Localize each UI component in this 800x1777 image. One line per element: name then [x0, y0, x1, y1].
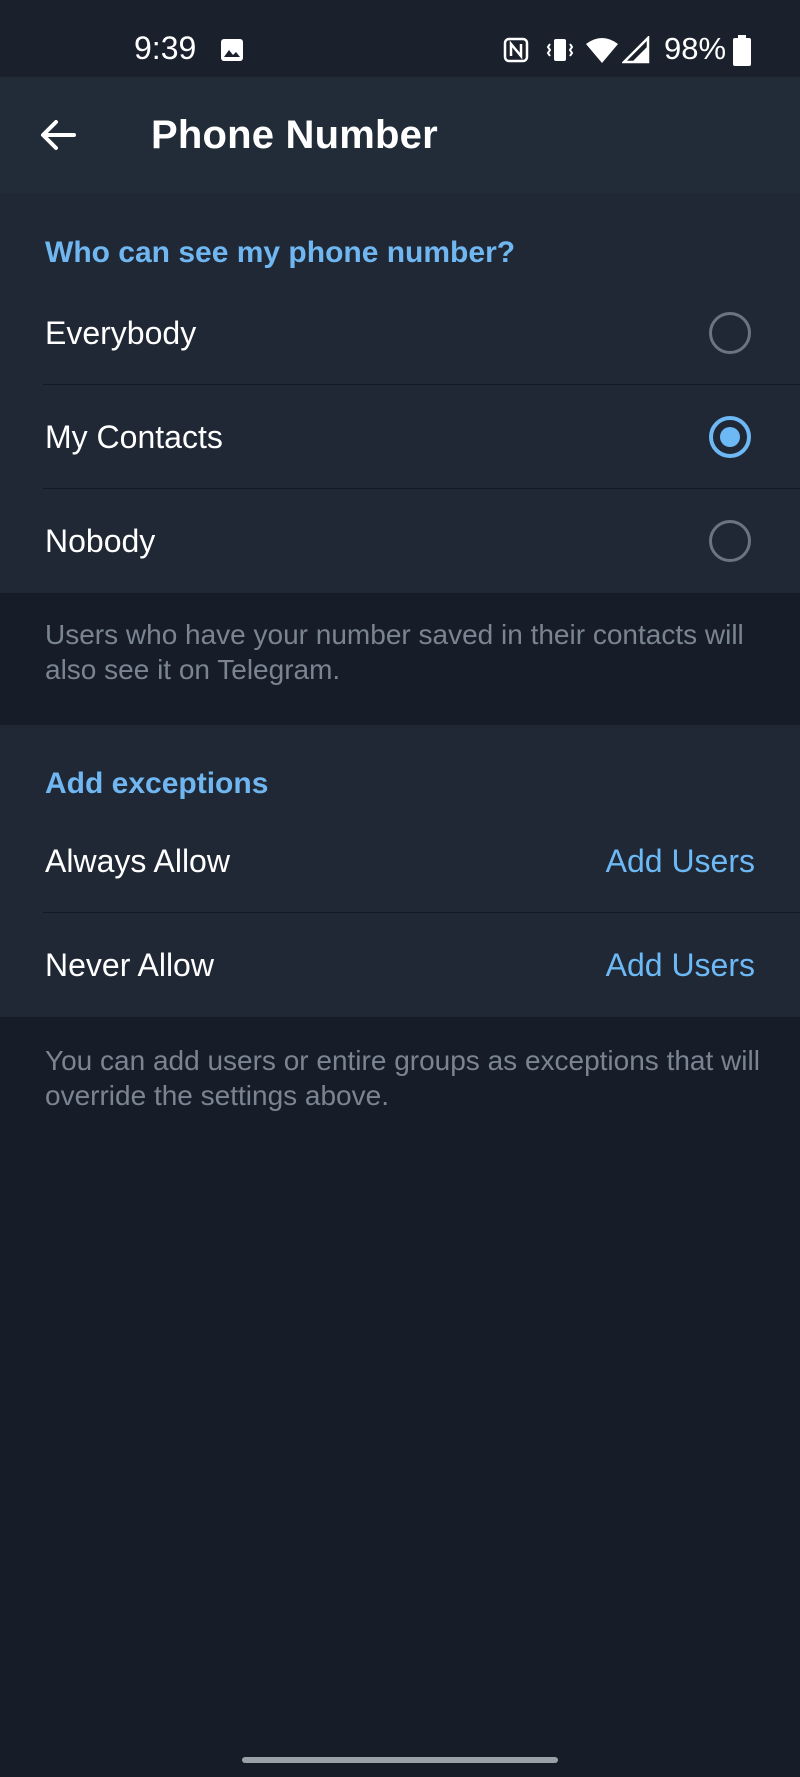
radio-my-contacts[interactable] [709, 416, 751, 458]
exceptions-section: Add exceptions Always Allow Add Users Ne… [0, 725, 800, 1017]
status-bar: 9:39 98% [0, 0, 800, 77]
option-label: Nobody [45, 523, 156, 559]
battery-icon [733, 35, 751, 66]
nfc-icon [503, 37, 529, 63]
battery-percent: 98% [664, 31, 727, 66]
option-label: Everybody [45, 315, 197, 351]
home-indicator[interactable] [242, 1757, 558, 1763]
page-title: Phone Number [151, 113, 438, 157]
option-nobody[interactable]: Nobody [0, 489, 800, 593]
radio-selected-dot [720, 427, 740, 447]
visibility-section: Who can see my phone number? Everybody M… [0, 193, 800, 593]
phone-number-privacy-screen: 9:39 98% Phone Number Who can see my pho… [0, 0, 800, 1777]
option-everybody[interactable]: Everybody [0, 281, 800, 385]
gallery-icon [221, 39, 243, 61]
always-allow-row[interactable]: Always Allow Add Users [0, 809, 800, 913]
option-my-contacts[interactable]: My Contacts [0, 385, 800, 489]
visibility-header: Who can see my phone number? [45, 236, 516, 269]
exceptions-info-text: You can add users or entire groups as ex… [45, 1045, 760, 1111]
option-label: My Contacts [45, 419, 223, 455]
always-allow-label: Always Allow [45, 843, 230, 879]
exceptions-header: Add exceptions [45, 767, 269, 800]
always-allow-add-users-button[interactable]: Add Users [606, 843, 755, 880]
radio-nobody[interactable] [709, 520, 751, 562]
status-time: 9:39 [134, 30, 197, 66]
radio-everybody[interactable] [709, 312, 751, 354]
never-allow-add-users-button[interactable]: Add Users [606, 947, 755, 984]
cell-signal-icon [622, 36, 650, 64]
visibility-info-text: Users who have your number saved in thei… [45, 619, 744, 685]
wifi-icon [586, 38, 618, 63]
vibrate-icon [546, 39, 574, 61]
arrow-left-icon [41, 120, 76, 150]
app-bar: Phone Number [0, 77, 800, 193]
never-allow-row[interactable]: Never Allow Add Users [0, 913, 800, 1017]
never-allow-label: Never Allow [45, 947, 214, 983]
back-button[interactable] [30, 107, 86, 163]
